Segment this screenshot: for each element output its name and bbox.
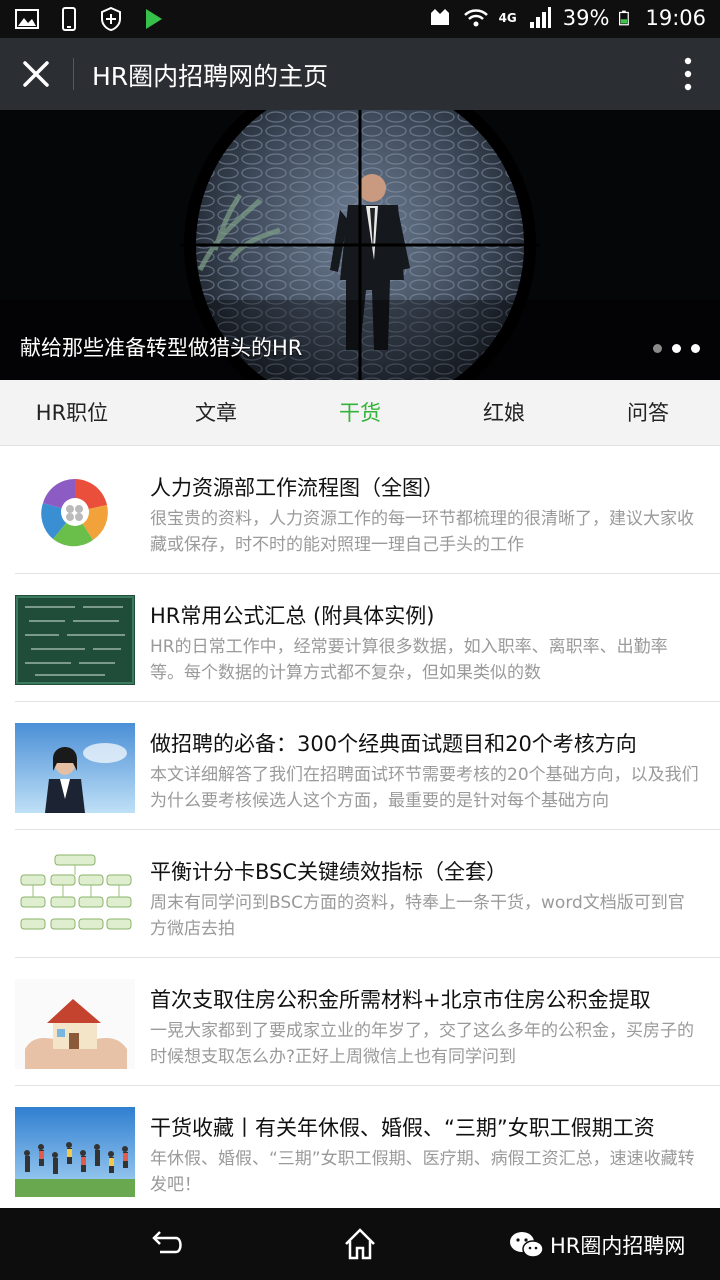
home-icon[interactable]	[340, 1224, 380, 1264]
signal-icon	[529, 7, 551, 28]
phone-icon	[62, 7, 76, 31]
article-thumbnail	[15, 851, 135, 941]
article-thumbnail	[15, 595, 135, 685]
article-thumbnail	[15, 467, 135, 557]
carousel-dot	[672, 344, 681, 353]
article-title: HR常用公式汇总 (附具体实例)	[150, 604, 435, 628]
navigation-bar: HR圈内招聘网	[0, 1208, 720, 1280]
banner-carousel[interactable]: 献给那些准备转型做猎头的HR	[0, 110, 720, 380]
wechat-icon	[510, 1232, 544, 1258]
article-title: 做招聘的必备：300个经典面试题目和20个考核方向	[150, 732, 637, 756]
article-title: 平衡计分卡BSC关键绩效指标（全套）	[150, 860, 508, 884]
clock: 19:06	[645, 6, 706, 30]
gallery-icon	[15, 9, 39, 29]
tab-qa[interactable]: 问答	[576, 380, 720, 446]
article-thumbnail	[15, 979, 135, 1069]
carousel-dot	[691, 344, 700, 353]
article-list: 人力资源部工作流程图（全图） 很宝贵的资料，人力资源工作的每一环节都梳理的很清晰…	[0, 446, 720, 1208]
wifi-icon	[463, 9, 488, 27]
list-item[interactable]: 人力资源部工作流程图（全图） 很宝贵的资料，人力资源工作的每一环节都梳理的很清晰…	[0, 446, 720, 574]
list-item[interactable]: 干货收藏丨有关年休假、婚假、“三期”女职工假期工资 年休假、婚假、“三期”女职工…	[0, 1086, 720, 1208]
notification-icon	[430, 9, 449, 25]
title-bar: HR圈内招聘网的主页	[0, 38, 720, 110]
tab-matchmaker[interactable]: 红娘	[432, 380, 576, 446]
article-title: 人力资源部工作流程图（全图）	[150, 476, 444, 500]
more-options-icon[interactable]	[678, 52, 698, 96]
carousel-indicator	[653, 344, 700, 353]
article-description: 本文详细解答了我们在招聘面试环节需要考核的20个基础方向，以及我们为什么要考核候…	[150, 765, 699, 811]
battery-icon	[619, 10, 630, 26]
shield-icon	[101, 6, 121, 32]
article-title: 干货收藏丨有关年休假、婚假、“三期”女职工假期工资	[150, 1116, 655, 1140]
tab-articles[interactable]: 文章	[144, 380, 288, 446]
close-icon[interactable]	[12, 50, 60, 98]
article-description: 周末有同学问到BSC方面的资料，特奉上一条干货，word文档版可到官方微店去拍	[150, 893, 685, 939]
banner-caption: 献给那些准备转型做猎头的HR	[20, 336, 303, 360]
back-icon[interactable]	[146, 1224, 186, 1264]
list-item[interactable]: HR常用公式汇总 (附具体实例) HR的日常工作中，经常要计算很多数据，如入职率…	[0, 574, 720, 702]
page-title: HR圈内招聘网的主页	[92, 62, 329, 91]
title-separator	[73, 58, 74, 90]
article-description: 一晃大家都到了要成家立业的年岁了，交了这么多年的公积金，买房子的时候想支取怎么办…	[150, 1021, 694, 1067]
article-title: 首次支取住房公积金所需材料+北京市住房公积金提取	[150, 988, 651, 1012]
article-description: 很宝贵的资料，人力资源工作的每一环节都梳理的很清晰了，建议大家收藏或保存，时不时…	[150, 509, 694, 555]
wechat-watermark: HR圈内招聘网	[508, 1230, 685, 1260]
article-description: 年休假、婚假、“三期”女职工假期、医疗期、病假工资汇总，速速收藏转发吧！	[150, 1149, 695, 1195]
battery-percent: 39%	[562, 6, 610, 30]
watermark-text: HR圈内招聘网	[550, 1234, 686, 1258]
list-item[interactable]: 做招聘的必备：300个经典面试题目和20个考核方向 本文详细解答了我们在招聘面试…	[0, 702, 720, 830]
article-thumbnail	[15, 1107, 135, 1197]
tab-hr-jobs[interactable]: HR职位	[0, 380, 144, 446]
article-description: HR的日常工作中，经常要计算很多数据，如入职率、离职率、出勤率等。每个数据的计算…	[150, 637, 668, 683]
article-thumbnail	[15, 723, 135, 813]
list-item[interactable]: 平衡计分卡BSC关键绩效指标（全套） 周末有同学问到BSC方面的资料，特奉上一条…	[0, 830, 720, 958]
category-tabs: HR职位 文章 干货 红娘 问答	[0, 380, 720, 446]
network-label: 4G	[498, 11, 517, 25]
play-store-icon	[146, 9, 162, 29]
list-item[interactable]: 首次支取住房公积金所需材料+北京市住房公积金提取 一晃大家都到了要成家立业的年岁…	[0, 958, 720, 1086]
status-bar: 4G 39% 19:06	[0, 0, 720, 38]
tab-dry-goods[interactable]: 干货	[288, 380, 432, 446]
carousel-dot	[653, 344, 662, 353]
